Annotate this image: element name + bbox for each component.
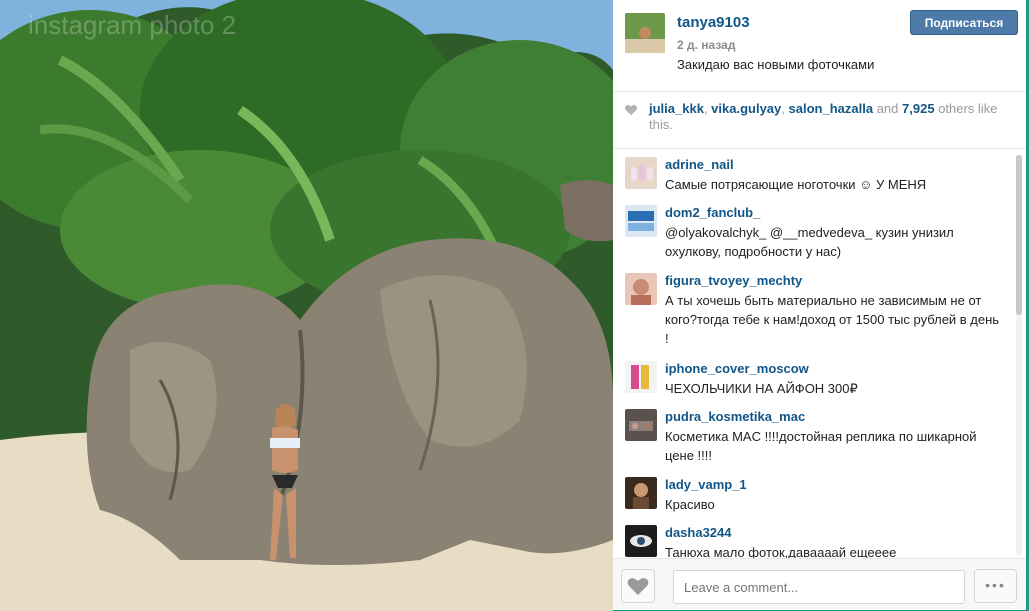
post-time[interactable]: 2 д. назад xyxy=(677,38,735,52)
likes-count[interactable]: 7,925 xyxy=(902,101,935,116)
comment-text: @olyakovalchyk_ @__medvedeva_ кузин униз… xyxy=(665,225,954,259)
comment-username[interactable]: lady_vamp_1 xyxy=(665,477,747,492)
post-header: tanya9103 2 д. назад Закидаю вас новыми … xyxy=(613,0,1026,92)
photo-watermark: instagram photo 2 xyxy=(28,10,237,40)
owner-avatar[interactable] xyxy=(625,13,665,53)
comment-avatar[interactable] xyxy=(625,409,657,441)
comments-scrollbar-thumb[interactable] xyxy=(1016,155,1022,315)
comment-text: А ты хочешь быть материально не зависимы… xyxy=(665,293,1000,346)
like-user-link[interactable]: salon_hazalla xyxy=(789,101,874,116)
likes-summary: julia_kkk, vika.gulyay, salon_hazalla an… xyxy=(649,101,998,132)
comment-avatar-image xyxy=(625,361,657,393)
comment-avatar-image xyxy=(625,409,657,441)
comment-avatar-image xyxy=(625,525,657,557)
like-user-link[interactable]: julia_kkk xyxy=(649,101,704,116)
heart-icon xyxy=(624,104,638,116)
comment-input[interactable] xyxy=(673,570,965,604)
likes-and: and xyxy=(876,101,899,116)
comment-avatar-image xyxy=(625,273,657,305)
comments-list[interactable]: adrine_nail Самые потрясающие ноготочки … xyxy=(613,148,1018,558)
comment-avatar[interactable] xyxy=(625,361,657,393)
beach-photo-illustration xyxy=(0,0,613,611)
comment-footer: ••• xyxy=(613,558,1026,610)
post-caption: Закидаю вас новыми фоточками xyxy=(677,57,875,72)
comment-username[interactable]: pudra_kosmetika_mac xyxy=(665,409,805,424)
more-options-button[interactable]: ••• xyxy=(974,569,1017,603)
comment-avatar[interactable] xyxy=(625,477,657,509)
comment-avatar-image xyxy=(625,477,657,509)
comment-username[interactable]: iphone_cover_moscow xyxy=(665,361,809,376)
comment-avatar[interactable] xyxy=(625,525,657,557)
follow-button[interactable]: Подписаться xyxy=(910,10,1018,35)
comment-text: Самые потрясающие ноготочки ☺ У МЕНЯ xyxy=(665,177,927,192)
comment-avatar[interactable] xyxy=(625,205,657,237)
heart-icon xyxy=(627,578,649,595)
comment-avatar-image xyxy=(625,157,657,189)
comment-username[interactable]: figura_tvoyey_mechty xyxy=(665,273,802,288)
comment-username[interactable]: dom2_fanclub_ xyxy=(665,205,760,220)
comment-text: Косметика MAC !!!!достойная реплика по ш… xyxy=(665,429,977,463)
comment-text: Красиво xyxy=(665,497,715,512)
owner-username[interactable]: tanya9103 xyxy=(677,14,750,31)
comment-avatar[interactable] xyxy=(625,273,657,305)
post-side-panel: tanya9103 2 д. назад Закидаю вас новыми … xyxy=(613,0,1029,611)
comment-avatar-image xyxy=(625,205,657,237)
comment-avatar[interactable] xyxy=(625,157,657,189)
comment-text: Танюха мало фоток,даваааай ещееее xyxy=(665,545,897,558)
owner-avatar-image xyxy=(625,13,665,53)
like-user-link[interactable]: vika.gulyay xyxy=(711,101,781,116)
comment-text: ЧЕХОЛЬЧИКИ НА АЙФОН 300₽ xyxy=(665,381,858,396)
comment-username[interactable]: dasha3244 xyxy=(665,525,732,540)
post-photo[interactable]: instagram photo 2 xyxy=(0,0,613,611)
comment-username[interactable]: adrine_nail xyxy=(665,157,734,172)
likes-row: julia_kkk, vika.gulyay, salon_hazalla an… xyxy=(613,92,1026,149)
like-button[interactable] xyxy=(621,569,655,603)
